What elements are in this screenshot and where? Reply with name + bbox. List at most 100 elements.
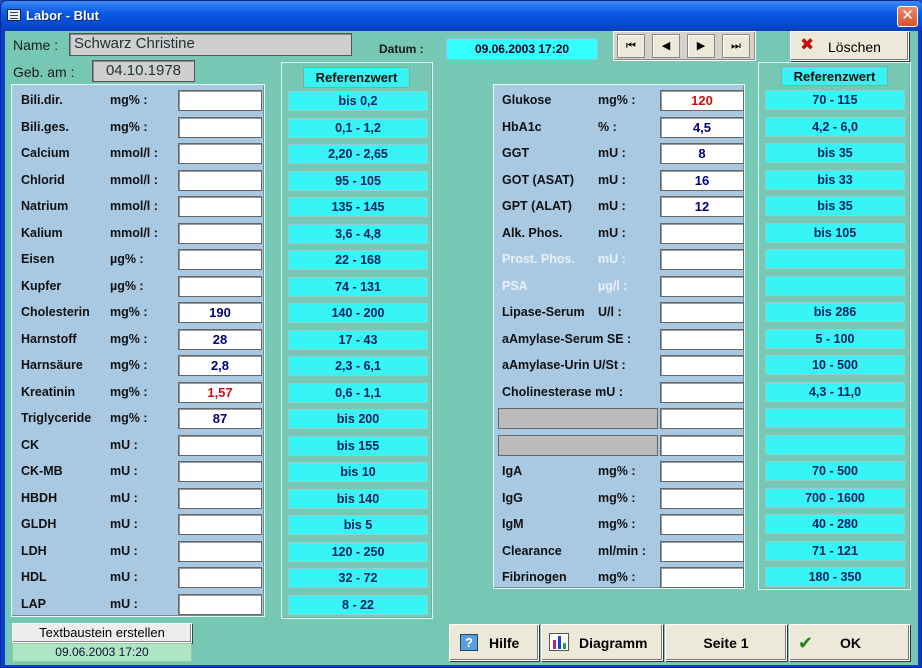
value-field[interactable]: 28 [178,328,262,350]
value-field[interactable] [660,514,744,535]
value-field[interactable] [660,328,744,350]
value-field[interactable]: 2,8 [178,355,262,376]
value-field[interactable] [660,302,744,323]
reference-value: bis 35 [765,196,905,216]
value-field[interactable] [660,408,744,429]
value-field[interactable] [178,116,262,138]
value-field[interactable] [178,593,262,615]
reference-value: 5 - 100 [765,328,905,349]
test-name: Glukose [502,93,552,107]
test-name: Kupfer [21,278,62,293]
value-field[interactable]: 8 [660,143,744,164]
value-field[interactable] [178,249,262,270]
last-record-button[interactable]: ⏭ [722,34,750,58]
lab-row: GPT (ALAT) mU : 12 [494,194,744,220]
value-field[interactable] [660,249,744,270]
diagramm-button[interactable]: Diagramm [541,624,663,661]
test-unit: mmol/l : [110,146,158,160]
test-name: HDL [21,570,47,584]
blank-label-field[interactable] [498,434,658,456]
value-field[interactable] [178,514,262,535]
value-field[interactable]: 12 [660,196,744,217]
test-unit: mg% : [598,517,636,531]
value-field[interactable] [178,461,262,482]
test-name: GPT (ALAT) [502,199,572,213]
lab-row: Alk. Phos. mU : [494,221,744,247]
first-record-button[interactable]: ⏮ [617,34,645,58]
seite-button[interactable]: Seite 1 [665,624,787,661]
value-field[interactable] [660,355,744,376]
window-title: Labor - Blut [26,8,99,23]
lab-row: Kalium mmol/l : [12,221,264,247]
value-field[interactable]: 190 [178,302,262,323]
test-unit: mmol/l : [110,199,158,213]
value-field[interactable] [178,275,262,297]
test-unit: mU : [110,570,138,584]
reference-value: 2,20 - 2,65 [288,144,428,164]
reference-value: 4,3 - 11,0 [765,381,905,402]
prev-record-button[interactable]: ◀ [652,34,680,58]
value-field[interactable]: 4,5 [660,116,744,138]
diagramm-label: Diagramm [579,635,648,651]
value-field[interactable]: 16 [660,169,744,191]
blank-label-field[interactable] [498,408,658,429]
hilfe-button[interactable]: ? Hilfe [449,624,539,661]
lab-row: Harnsäure mg% : 2,8 [12,353,264,379]
value-field[interactable] [660,540,744,562]
name-field[interactable]: Schwarz Christine [69,33,352,56]
value-field[interactable] [178,487,262,509]
value-field[interactable] [660,275,744,297]
value-field[interactable] [660,222,744,244]
datum-field[interactable]: 09.06.2003 17:20 [446,38,598,60]
reference-value: 180 - 350 [765,567,905,587]
blank-row [494,433,744,459]
value-field[interactable] [660,567,744,588]
value-field[interactable] [660,434,744,456]
value-field[interactable] [660,487,744,509]
test-unit: mg% : [110,331,148,346]
value-field[interactable] [660,381,744,403]
loeschen-label: Löschen [828,39,881,55]
reference-value [765,408,905,428]
value-field[interactable] [178,222,262,244]
value-field[interactable]: 120 [660,90,744,111]
test-name: CK [21,437,40,452]
value-field[interactable] [660,461,744,482]
value-field[interactable] [178,567,262,588]
lab-row: Cholinesterase mU : [494,380,744,406]
loeschen-button[interactable]: ✖ Löschen [790,31,909,61]
reference-value: 70 - 115 [765,90,905,110]
lab-row: HbA1c % : 4,5 [494,115,744,141]
ok-label: OK [840,635,861,651]
value-field[interactable] [178,434,262,456]
close-button[interactable]: ✕ [897,6,918,27]
test-name: HBDH [21,490,58,505]
reference-value: bis 5 [288,515,428,535]
value-field[interactable] [178,169,262,191]
reference-value: 10 - 500 [765,355,905,375]
value-field[interactable] [178,90,262,111]
test-name: GOT (ASAT) [502,172,574,187]
value-field[interactable]: 1,57 [178,381,262,403]
value-field[interactable] [178,143,262,164]
test-name: Alk. Phos. [502,225,563,240]
test-unit: mU : [598,146,626,160]
ok-button[interactable]: ✔ OK [789,624,910,661]
dob-field[interactable]: 04.10.1978 [92,60,195,82]
test-unit: mg% : [110,384,148,399]
reference-value: 4,2 - 6,0 [765,116,905,137]
lab-row: Kreatinin mg% : 1,57 [12,380,264,406]
value-field[interactable] [178,540,262,562]
value-field[interactable] [178,196,262,217]
lab-row: Triglyceride mg% : 87 [12,406,264,432]
test-name: Lipase-Serum [502,305,585,319]
lab-row: Natrium mmol/l : [12,194,264,220]
test-unit: mU : [110,490,138,505]
next-record-button[interactable]: ▶ [687,34,715,58]
value-field[interactable]: 87 [178,408,262,429]
lab-row: IgA mg% : [494,459,744,485]
test-unit: mmol/l : [110,172,158,187]
reference-value: 0,1 - 1,2 [288,117,428,138]
textbaustein-button[interactable]: Textbaustein erstellen [12,623,192,643]
lab-row: Lipase-Serum U/l : [494,300,744,326]
